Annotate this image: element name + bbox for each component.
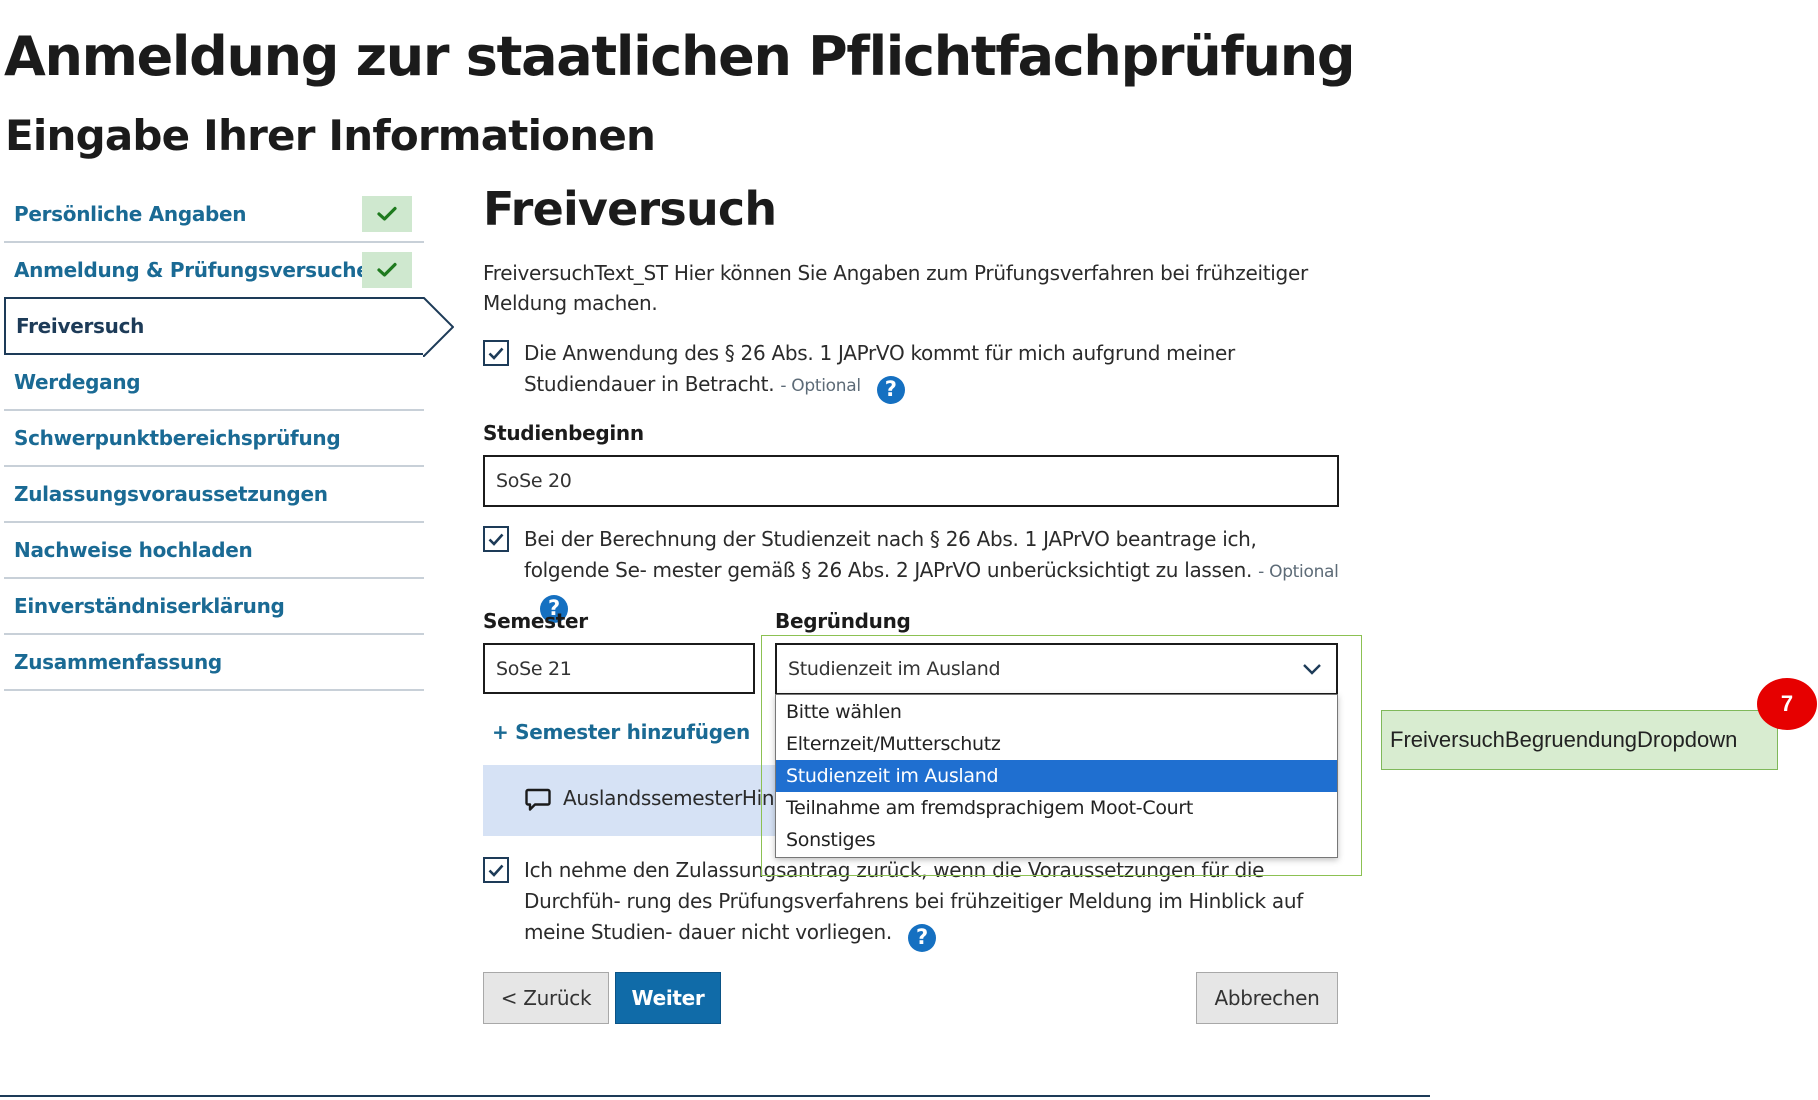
check-icon bbox=[362, 252, 412, 288]
studiendauer-checkbox[interactable] bbox=[483, 340, 509, 366]
next-button[interactable]: Weiter bbox=[615, 972, 721, 1024]
annotation-number-badge: 7 bbox=[1757, 678, 1817, 730]
zulassungsantrag-checkbox[interactable] bbox=[483, 857, 509, 883]
checkbox-label: Bei der Berechnung der Studienzeit nach … bbox=[524, 527, 1257, 582]
sidebar-item-nachweise-hochladen[interactable]: Nachweise hochladen bbox=[4, 523, 424, 579]
begruendung-label: Begründung bbox=[775, 609, 911, 633]
dropdown-option-studienzeit-ausland[interactable]: Studienzeit im Ausland bbox=[776, 760, 1337, 792]
sidebar-item-label: Einverständniserklärung bbox=[14, 594, 285, 618]
annotation-label: FreiversuchBegruendungDropdown bbox=[1381, 710, 1778, 770]
dropdown-option-bitte-waehlen[interactable]: Bitte wählen bbox=[776, 696, 1337, 728]
sidebar-item-einverstaendniserklaerung[interactable]: Einverständniserklärung bbox=[4, 579, 424, 635]
sidebar-item-anmeldung-pruefungsversuche[interactable]: Anmeldung & Prüfungsversuche bbox=[4, 243, 424, 299]
semester-unberuecksichtigt-checkbox-row: Bei der Berechnung der Studienzeit nach … bbox=[483, 524, 1343, 623]
dropdown-option-elternzeit[interactable]: Elternzeit/Mutterschutz bbox=[776, 728, 1337, 760]
active-step-arrow-icon bbox=[423, 297, 454, 357]
semester-label: Semester bbox=[483, 609, 588, 633]
optional-hint: - Optional bbox=[780, 376, 861, 396]
page-title: Anmeldung zur staatlichen Pflichtfachprü… bbox=[4, 25, 1356, 88]
step-sidebar: Persönliche Angaben Anmeldung & Prüfungs… bbox=[4, 187, 454, 691]
add-semester-link[interactable]: + Semester hinzufügen bbox=[492, 720, 750, 744]
sidebar-item-schwerpunktbereichspruefung[interactable]: Schwerpunktbereichsprüfung bbox=[4, 411, 424, 467]
select-value: Studienzeit im Ausland bbox=[788, 658, 1001, 680]
help-icon[interactable]: ? bbox=[907, 923, 936, 952]
check-icon bbox=[488, 864, 504, 877]
sidebar-item-label: Werdegang bbox=[14, 370, 141, 394]
optional-hint: - Optional bbox=[1258, 562, 1339, 582]
check-icon bbox=[362, 196, 412, 232]
input-value: SoSe 21 bbox=[496, 657, 572, 680]
info-text: AuslandssemesterHinw bbox=[563, 786, 791, 810]
cancel-button[interactable]: Abbrechen bbox=[1196, 972, 1338, 1024]
comment-icon bbox=[525, 788, 551, 811]
sidebar-item-label: Persönliche Angaben bbox=[14, 202, 247, 226]
begruendung-dropdown-list: Bitte wählen Elternzeit/Mutterschutz Stu… bbox=[775, 694, 1338, 858]
sidebar-item-label: Schwerpunktbereichsprüfung bbox=[14, 426, 341, 450]
dropdown-option-moot-court[interactable]: Teilnahme am fremdsprachigem Moot-Court bbox=[776, 792, 1337, 824]
sidebar-item-label: Anmeldung & Prüfungsversuche bbox=[14, 258, 370, 282]
page-subtitle: Eingabe Ihrer Informationen bbox=[5, 111, 656, 160]
sidebar-item-label: Nachweise hochladen bbox=[14, 538, 253, 562]
footer-divider bbox=[0, 1095, 1430, 1097]
sidebar-item-label: Zulassungsvoraussetzungen bbox=[14, 482, 328, 506]
chevron-down-icon bbox=[1303, 664, 1321, 675]
begruendung-select[interactable]: Studienzeit im Ausland bbox=[775, 643, 1338, 695]
studienbeginn-label: Studienbeginn bbox=[483, 421, 644, 445]
dropdown-option-sonstiges[interactable]: Sonstiges bbox=[776, 824, 1337, 856]
sidebar-item-label: Zusammenfassung bbox=[14, 650, 222, 674]
intro-text: FreiversuchText_ST Hier können Sie Angab… bbox=[483, 261, 1308, 315]
semester-input[interactable]: SoSe 21 bbox=[483, 643, 755, 694]
semester-unberuecksichtigt-checkbox[interactable] bbox=[483, 526, 509, 552]
zulassungsantrag-checkbox-row: Ich nehme den Zulassungsantrag zurück, w… bbox=[483, 855, 1343, 952]
input-value: SoSe 20 bbox=[496, 470, 572, 492]
back-button[interactable]: < Zurück bbox=[483, 972, 609, 1024]
sidebar-item-persoenliche-angaben[interactable]: Persönliche Angaben bbox=[4, 187, 424, 243]
sidebar-item-zusammenfassung[interactable]: Zusammenfassung bbox=[4, 635, 424, 691]
sidebar-item-label: Freiversuch bbox=[16, 314, 145, 338]
section-title: Freiversuch bbox=[483, 182, 777, 236]
studienbeginn-input[interactable]: SoSe 20 bbox=[483, 455, 1339, 507]
check-icon bbox=[488, 533, 504, 546]
studiendauer-checkbox-row: Die Anwendung des § 26 Abs. 1 JAPrVO kom… bbox=[483, 338, 1343, 404]
sidebar-item-werdegang[interactable]: Werdegang bbox=[4, 355, 424, 411]
check-icon bbox=[488, 347, 504, 360]
help-icon[interactable]: ? bbox=[876, 375, 905, 404]
sidebar-item-zulassungsvoraussetzungen[interactable]: Zulassungsvoraussetzungen bbox=[4, 467, 424, 523]
info-box: AuslandssemesterHinw bbox=[483, 765, 791, 836]
sidebar-item-freiversuch[interactable]: Freiversuch bbox=[4, 297, 454, 357]
